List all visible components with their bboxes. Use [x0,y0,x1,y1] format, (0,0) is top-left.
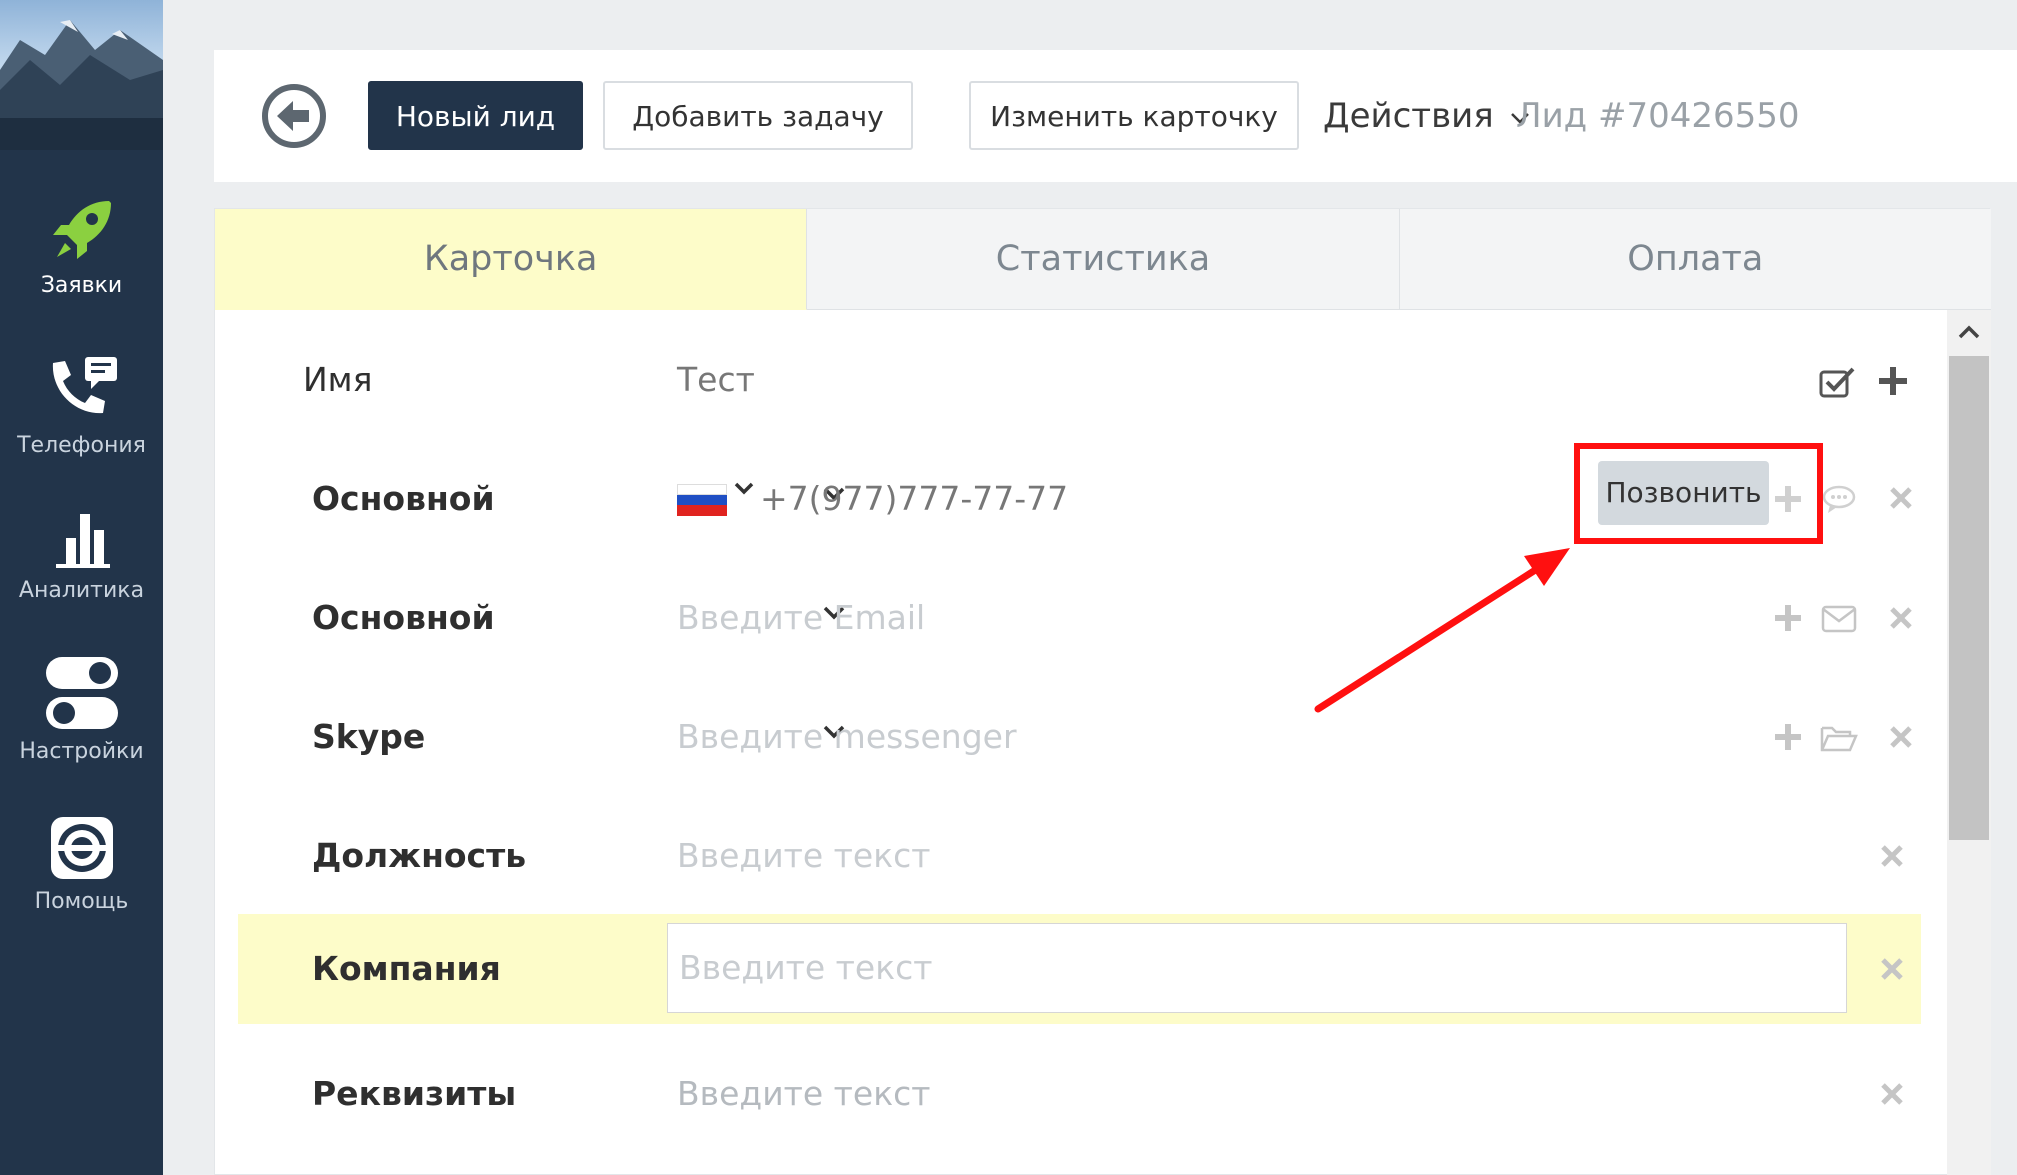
close-icon[interactable] [1881,845,1903,867]
sidebar-item-label: Телефония [17,433,146,458]
field-label-requisites: Реквизиты [312,1074,517,1113]
russia-flag-icon[interactable] [677,484,727,516]
folder-open-icon[interactable] [1820,724,1858,752]
requisites-field[interactable]: Введите текст [677,1039,931,1149]
field-value-name[interactable]: Тест [677,325,755,435]
field-label-name: Имя [303,360,373,399]
phone-chat-icon [52,357,117,414]
field-row-messenger: Skype Введите messenger [238,682,1921,792]
rocket-icon [52,201,111,259]
sidebar-item-label: Аналитика [18,578,145,603]
tab-statistics[interactable]: Статистика [807,209,1400,310]
plus-icon[interactable] [1879,367,1907,395]
sidebar-item-requests[interactable]: Заявки [0,195,163,298]
close-icon[interactable] [1890,607,1912,629]
sidebar-item-telephony[interactable]: Телефония [0,355,163,458]
add-task-button[interactable]: Добавить задачу [603,81,913,150]
field-label-phone-type[interactable]: Основной [312,444,495,554]
close-icon[interactable] [1881,958,1903,980]
messenger-field[interactable]: Введите messenger [677,682,1017,792]
envelope-icon[interactable] [1821,605,1857,633]
actions-label: Действия [1323,96,1494,136]
field-row-position: Должность Введите текст [238,801,1921,911]
email-field[interactable]: Введите Email [677,563,925,673]
toggle-icon [45,657,118,729]
back-arrow-icon[interactable] [261,83,327,149]
sidebar-item-help[interactable]: Помощь [0,815,163,914]
chevron-down-icon[interactable] [734,482,754,496]
chat-bubble-icon[interactable] [1822,484,1856,514]
field-row-requisites: Реквизиты Введите текст [238,1039,1921,1149]
field-row-company: Компания Введите текст [238,914,1921,1024]
field-row-name: Имя Тест [238,325,1921,435]
bar-chart-icon [55,514,110,568]
user-avatar[interactable] [0,0,163,150]
lifebuoy-icon [50,817,113,879]
vertical-scrollbar[interactable] [1947,310,1991,1175]
edit-card-button[interactable]: Изменить карточку [969,81,1299,150]
card-toolbar: Новый лид Добавить задачу Изменить карто… [214,50,2017,182]
field-value-phone[interactable]: +7(977)777-77-77 [760,444,1068,554]
lead-id: Лид #70426550 [1516,96,1800,136]
tab-payment[interactable]: Оплата [1399,209,1991,310]
card-tabs: Карточка Статистика Оплата [215,209,1991,310]
field-row-email: Основной Введите Email [238,563,1921,673]
sidebar-item-label: Настройки [19,739,144,764]
scroll-up-icon[interactable] [1947,310,1991,356]
field-label-position: Должность [312,836,527,875]
plus-icon[interactable] [1775,724,1801,750]
close-icon[interactable] [1890,726,1912,748]
field-label-company: Компания [312,949,501,988]
position-field[interactable]: Введите текст [677,801,931,911]
sidebar: Заявки Телефония Аналитика Настройки Пом… [0,0,163,1175]
close-icon[interactable] [1890,487,1912,509]
new-lead-button[interactable]: Новый лид [368,81,583,150]
field-label-email-type[interactable]: Основной [312,563,495,673]
close-icon[interactable] [1881,1083,1903,1105]
call-button[interactable]: Позвонить [1598,461,1769,525]
sidebar-item-settings[interactable]: Настройки [0,655,163,764]
plus-icon[interactable] [1775,605,1801,631]
field-label-messenger-type[interactable]: Skype [312,682,425,792]
checkbox-icon[interactable] [1819,366,1855,398]
scrollbar-thumb[interactable] [1949,356,1989,840]
sidebar-item-analytics[interactable]: Аналитика [0,510,163,603]
sidebar-item-label: Помощь [34,889,129,914]
lead-card-panel: Карточка Статистика Оплата Имя Тест Осно… [214,208,1991,1175]
plus-icon[interactable] [1775,486,1801,512]
sidebar-item-label: Заявки [40,273,123,298]
tab-card[interactable]: Карточка [215,209,808,310]
company-field[interactable]: Введите текст [667,923,1847,1013]
actions-dropdown[interactable]: Действия [1323,86,1530,146]
